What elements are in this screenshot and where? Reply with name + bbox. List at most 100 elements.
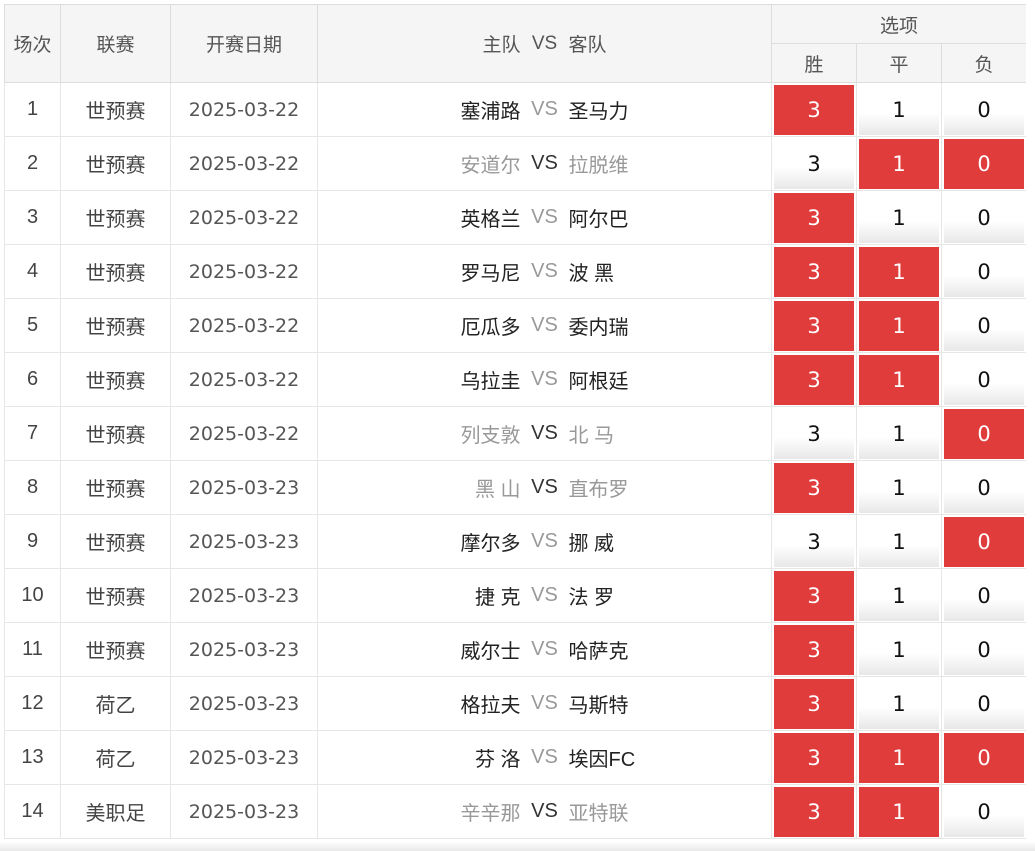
match-table: 场次 联赛 开赛日期 主队 VS 客队 选项 胜 平 负 1 世预赛 2025-… <box>4 4 1028 839</box>
league-name: 荷乙 <box>60 730 171 785</box>
match-date: 2025-03-23 <box>170 460 318 515</box>
option-lose-button[interactable]: 0 <box>944 408 1025 459</box>
bottom-shade <box>0 841 1035 851</box>
header-win: 胜 <box>771 43 857 83</box>
header-away: 客队 <box>568 35 607 56</box>
option-lose-button[interactable]: 0 <box>944 462 1025 513</box>
match-number: 3 <box>4 190 61 245</box>
option-lose-button[interactable]: 0 <box>944 138 1025 189</box>
option-win-button[interactable]: 3 <box>774 246 854 297</box>
option-win-button[interactable]: 3 <box>774 138 854 189</box>
match-teams-inner: 列支敦 VS 北 马 <box>318 419 771 448</box>
option-lose-button[interactable]: 0 <box>944 624 1025 675</box>
option-cell-win: 3 <box>771 190 857 245</box>
table-row: 9 世预赛 2025-03-23 摩尔多 VS 挪 威 3 1 0 <box>4 514 1028 569</box>
option-draw-button[interactable]: 1 <box>859 354 939 405</box>
option-draw-button[interactable]: 1 <box>859 624 939 675</box>
away-team: 直布罗 <box>568 479 629 501</box>
option-cell-lose: 0 <box>941 244 1028 299</box>
match-number: 13 <box>4 730 61 785</box>
vs-label: VS <box>531 314 558 336</box>
option-cell-draw: 1 <box>856 514 942 569</box>
option-win-button[interactable]: 3 <box>774 516 854 567</box>
home-team: 黑 山 <box>474 479 521 501</box>
match-teams-inner: 黑 山 VS 直布罗 <box>318 473 771 502</box>
option-draw-button[interactable]: 1 <box>859 786 939 837</box>
option-lose-button[interactable]: 0 <box>944 786 1025 837</box>
option-draw-button[interactable]: 1 <box>859 732 939 783</box>
home-team: 芬 洛 <box>474 749 521 771</box>
league-name: 世预赛 <box>60 352 171 407</box>
option-cell-draw: 1 <box>856 244 942 299</box>
option-draw-button[interactable]: 1 <box>859 462 939 513</box>
match-teams: 威尔士 VS 哈萨克 <box>317 622 772 677</box>
option-lose-button[interactable]: 0 <box>944 678 1025 729</box>
league-name: 世预赛 <box>60 190 171 245</box>
option-lose-button[interactable]: 0 <box>944 570 1025 621</box>
match-teams: 安道尔 VS 拉脱维 <box>317 136 772 191</box>
option-cell-win: 3 <box>771 298 857 353</box>
option-lose-button[interactable]: 0 <box>944 300 1025 351</box>
away-team: 法 罗 <box>568 587 615 609</box>
vs-label: VS <box>531 692 558 714</box>
vs-label: VS <box>531 800 558 822</box>
match-date: 2025-03-22 <box>170 244 318 299</box>
home-team: 格拉夫 <box>460 695 521 717</box>
option-win-button[interactable]: 3 <box>774 354 854 405</box>
option-win-button[interactable]: 3 <box>774 84 854 135</box>
home-team: 安道尔 <box>460 155 521 177</box>
option-draw-button[interactable]: 1 <box>859 300 939 351</box>
match-date: 2025-03-23 <box>170 622 318 677</box>
option-lose-button[interactable]: 0 <box>944 516 1025 567</box>
match-date: 2025-03-22 <box>170 406 318 461</box>
option-win-button[interactable]: 3 <box>774 408 854 459</box>
match-teams-inner: 格拉夫 VS 马斯特 <box>318 689 771 718</box>
match-number: 6 <box>4 352 61 407</box>
match-number: 9 <box>4 514 61 569</box>
option-lose-button[interactable]: 0 <box>944 246 1025 297</box>
option-cell-draw: 1 <box>856 460 942 515</box>
match-number: 7 <box>4 406 61 461</box>
option-draw-button[interactable]: 1 <box>859 84 939 135</box>
option-win-button[interactable]: 3 <box>774 570 854 621</box>
match-teams-inner: 摩尔多 VS 挪 威 <box>318 527 771 556</box>
option-draw-button[interactable]: 1 <box>859 408 939 459</box>
option-cell-lose: 0 <box>941 352 1028 407</box>
option-draw-button[interactable]: 1 <box>859 516 939 567</box>
option-draw-button[interactable]: 1 <box>859 570 939 621</box>
option-cell-draw: 1 <box>856 352 942 407</box>
option-win-button[interactable]: 3 <box>774 300 854 351</box>
option-win-button[interactable]: 3 <box>774 624 854 675</box>
option-lose-button[interactable]: 0 <box>944 84 1025 135</box>
option-cell-win: 3 <box>771 406 857 461</box>
home-team: 英格兰 <box>460 209 521 231</box>
table-body: 1 世预赛 2025-03-22 塞浦路 VS 圣马力 3 1 0 2 世预赛 … <box>4 82 1028 839</box>
option-lose-button[interactable]: 0 <box>944 192 1025 243</box>
option-win-button[interactable]: 3 <box>774 732 854 783</box>
option-cell-draw: 1 <box>856 82 942 137</box>
option-win-button[interactable]: 3 <box>774 462 854 513</box>
option-cell-draw: 1 <box>856 730 942 785</box>
table-header: 场次 联赛 开赛日期 主队 VS 客队 选项 胜 平 负 <box>4 4 1028 83</box>
option-draw-button[interactable]: 1 <box>859 678 939 729</box>
match-number: 2 <box>4 136 61 191</box>
option-lose-button[interactable]: 0 <box>944 732 1025 783</box>
option-cell-win: 3 <box>771 514 857 569</box>
table-row: 6 世预赛 2025-03-22 乌拉圭 VS 阿根廷 3 1 0 <box>4 352 1028 407</box>
option-cell-draw: 1 <box>856 190 942 245</box>
match-number: 4 <box>4 244 61 299</box>
option-draw-button[interactable]: 1 <box>859 192 939 243</box>
option-win-button[interactable]: 3 <box>774 678 854 729</box>
league-name: 世预赛 <box>60 136 171 191</box>
option-cell-win: 3 <box>771 244 857 299</box>
vs-label: VS <box>531 368 558 390</box>
home-team: 厄瓜多 <box>460 317 521 339</box>
option-win-button[interactable]: 3 <box>774 786 854 837</box>
match-teams-inner: 捷 克 VS 法 罗 <box>318 581 771 610</box>
option-draw-button[interactable]: 1 <box>859 138 939 189</box>
match-date: 2025-03-23 <box>170 568 318 623</box>
option-draw-button[interactable]: 1 <box>859 246 939 297</box>
vs-label: VS <box>531 260 558 282</box>
option-lose-button[interactable]: 0 <box>944 354 1025 405</box>
option-win-button[interactable]: 3 <box>774 192 854 243</box>
